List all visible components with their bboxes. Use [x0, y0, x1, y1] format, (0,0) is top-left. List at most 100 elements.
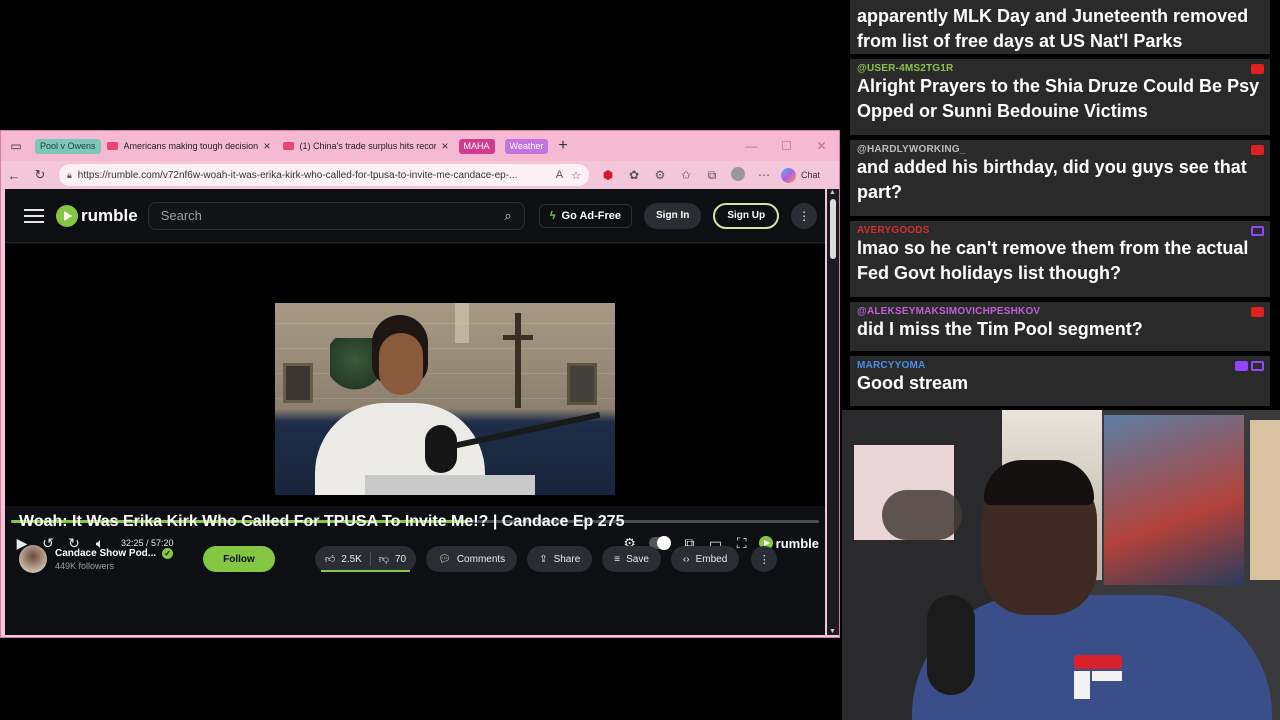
chat-message: apparently MLK Day and Juneteenth remove…: [850, 0, 1270, 54]
address-bar[interactable]: 🔒︎ https://rumble.com/v72nf6w-woah-it-wa…: [59, 164, 589, 186]
poster: [1250, 420, 1280, 580]
chat-username: @USER-4MS2TG1R: [857, 63, 954, 74]
share-button[interactable]: ⇪ Share: [527, 546, 593, 572]
tab-group-weather[interactable]: Weather: [504, 138, 549, 154]
close-tab-icon[interactable]: ×: [264, 139, 271, 153]
favorite-star-icon[interactable]: ☆: [571, 169, 581, 182]
thumbs-down-icon[interactable]: 👎︎: [379, 553, 389, 565]
copilot-chat-button[interactable]: Chat: [781, 167, 821, 183]
chat-message: MARCYYOMA Good stream: [850, 356, 1270, 406]
extensions-icon[interactable]: ✿: [621, 168, 647, 182]
rumble-logo[interactable]: rumble: [56, 204, 138, 227]
chat-message: @USER-4MS2TG1R Alright Prayers to the Sh…: [850, 59, 1270, 135]
comments-button[interactable]: 💬︎ Comments: [426, 546, 518, 572]
youtube-icon: [1251, 64, 1264, 74]
share-label: Share: [553, 553, 581, 565]
youtube-icon: [1251, 145, 1264, 155]
chat-username: MARCYYOMA: [857, 360, 926, 371]
channel-avatar[interactable]: [19, 545, 47, 573]
embed-label: Embed: [695, 553, 728, 565]
chat-username: @HARDLYWORKING_: [857, 144, 966, 155]
embed-code-icon: ‹›: [682, 553, 690, 565]
maximize-icon[interactable]: ☐: [769, 139, 804, 153]
back-icon[interactable]: ←: [1, 168, 27, 183]
follow-button[interactable]: Follow: [203, 546, 275, 572]
chat-username: @ALEKSEYMAKSIMOVICHPESHKOV: [857, 306, 1041, 317]
video-player[interactable]: ▶ ↺ ↻ 🔈︎ 32:25 / 57:20 ⚙ ⧉ ▭ ⛶ rumble: [5, 244, 825, 551]
video-title: Woah: It Was Erika Kirk Who Called For T…: [19, 513, 625, 530]
minimize-icon[interactable]: —: [734, 139, 769, 153]
microphone: [425, 425, 457, 473]
tab-group-maha[interactable]: MAHA: [458, 138, 495, 154]
live-chat-overlay: apparently MLK Day and Juneteenth remove…: [850, 0, 1270, 408]
subscriber-badge-icon: [1235, 361, 1248, 371]
browser-window: ▭ Pool v Owens Americans making tough de…: [0, 130, 840, 638]
chat-username: AVERYGOODS: [857, 225, 930, 236]
search-input[interactable]: [160, 208, 505, 223]
sign-in-button[interactable]: Sign In: [644, 202, 702, 229]
youtube-icon: [1251, 307, 1264, 317]
close-tab-icon[interactable]: ×: [442, 139, 449, 153]
chat-message-text: Good stream: [857, 373, 969, 393]
hamburger-menu-icon[interactable]: [24, 208, 44, 223]
chat-message: @ALEKSEYMAKSIMOVICHPESHKOV did I miss th…: [850, 302, 1270, 351]
chat-message-text: and added his birthday, did you guys see…: [857, 157, 1247, 202]
video-meta-row: Candace Show Pod... ✓ 449K followers Fol…: [19, 541, 819, 577]
sign-up-button[interactable]: Sign Up: [713, 202, 780, 229]
chat-label: Chat: [801, 170, 821, 180]
read-aloud-icon[interactable]: A: [556, 169, 563, 181]
comment-icon: 💬︎: [438, 553, 451, 565]
page-scrollbar[interactable]: ▲ ▼: [827, 189, 839, 635]
video-more-icon[interactable]: ⋮: [751, 546, 778, 572]
verified-check-icon: ✓: [162, 547, 174, 559]
scroll-down-icon[interactable]: ▼: [829, 628, 836, 635]
tab-bar: ▭ Pool v Owens Americans making tough de…: [1, 131, 839, 161]
save-list-icon: ≡: [614, 553, 621, 565]
channel-name[interactable]: Candace Show Pod...: [55, 548, 156, 559]
go-ad-free-button[interactable]: ϟ Go Ad-Free: [538, 203, 633, 228]
rating-bar: [320, 570, 411, 572]
reload-icon[interactable]: ↻: [27, 167, 53, 183]
scroll-up-icon[interactable]: ▲: [829, 189, 836, 196]
video-frame[interactable]: [275, 303, 615, 495]
lock-icon[interactable]: 🔒︎: [67, 170, 72, 181]
extensions-toolbar: ⬢ ✿ ⚙ ✩ ⧉ ⋯: [595, 166, 777, 184]
profile-icon[interactable]: [725, 166, 751, 184]
rumble-play-icon: [56, 204, 78, 227]
streamer-webcam: [842, 410, 1280, 720]
embed-button[interactable]: ‹› Embed: [670, 546, 740, 572]
search-icon[interactable]: ⌕: [504, 208, 511, 224]
close-window-icon[interactable]: ✕: [804, 139, 839, 153]
chat-message-text: lmao so he can't remove them from the ac…: [857, 238, 1249, 283]
save-button[interactable]: ≡ Save: [602, 546, 661, 572]
chat-message-text: did I miss the Tim Pool segment?: [857, 319, 1143, 339]
collections-icon[interactable]: ⧉: [699, 168, 725, 183]
poster: [1104, 415, 1244, 585]
tab-china-trade[interactable]: (1) China's trade surplus hits record ×: [277, 131, 455, 161]
channel-name-row[interactable]: Candace Show Pod... ✓: [55, 547, 174, 559]
streamer-hair: [984, 460, 1094, 505]
performance-icon[interactable]: ⚙: [647, 168, 673, 182]
header-more-icon[interactable]: ⋮: [791, 202, 818, 229]
comments-label: Comments: [456, 553, 506, 565]
rumble-logo-text: rumble: [81, 205, 138, 225]
rumble-header: rumble ⌕ ϟ Go Ad-Free Sign In Sign Up ⋮: [5, 189, 825, 243]
more-menu-icon[interactable]: ⋯: [751, 168, 777, 182]
tab-title: (1) China's trade surplus hits record: [299, 141, 436, 151]
window-controls: — ☐ ✕: [734, 131, 839, 161]
favorites-icon[interactable]: ✩: [673, 168, 699, 182]
search-bar: ⌕: [147, 201, 525, 230]
crucifix: [515, 313, 521, 408]
sweatshirt-logo: [1074, 655, 1122, 699]
tab-actions-icon[interactable]: ▭: [1, 131, 31, 161]
dislike-count: 70: [395, 553, 407, 565]
youtube-favicon-icon: [106, 142, 118, 150]
follower-count: 449K followers: [55, 560, 115, 571]
tab-americans[interactable]: Americans making tough decisions ×: [101, 131, 277, 161]
lightning-icon: ϟ: [549, 209, 556, 222]
new-tab-icon[interactable]: +: [558, 137, 567, 155]
scrollbar-thumb[interactable]: [830, 199, 836, 259]
adblock-extension-icon[interactable]: ⬢: [595, 168, 621, 182]
tab-group-pool-v-owens[interactable]: Pool v Owens: [35, 138, 101, 154]
thumbs-up-icon[interactable]: 👍︎: [325, 553, 335, 565]
